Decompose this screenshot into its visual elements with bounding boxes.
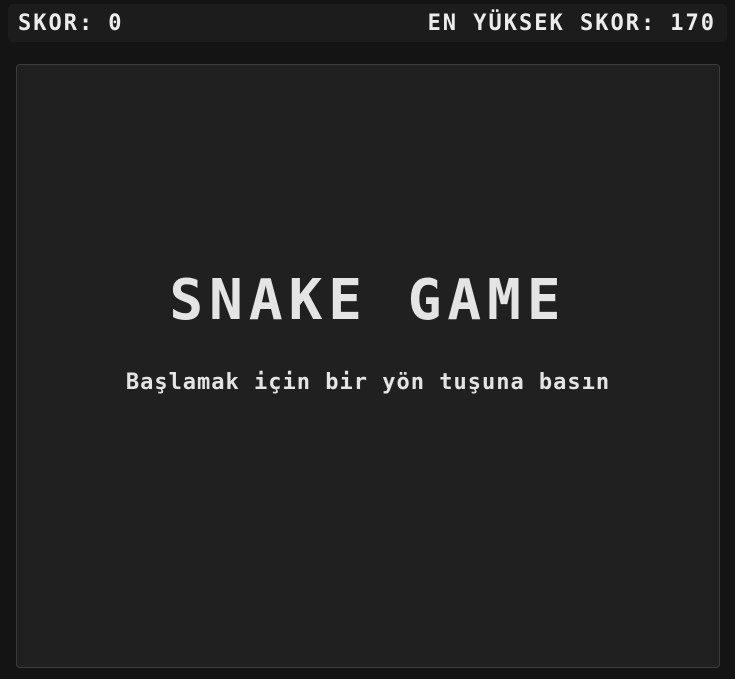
high-score-value: 170 (670, 10, 716, 36)
score-value: 0 (108, 10, 124, 36)
score-label: SKOR: (18, 10, 95, 36)
current-score: SKOR: 0 (18, 11, 123, 36)
game-board[interactable]: SNAKE GAME Başlamak için bir yön tuşuna … (16, 64, 720, 668)
high-score: EN YÜKSEK SKOR: 170 (428, 11, 716, 36)
start-prompt: Başlamak için bir yön tuşuna basın (125, 370, 611, 395)
game-title: SNAKE GAME (169, 268, 567, 333)
score-bar: SKOR: 0 EN YÜKSEK SKOR: 170 (8, 4, 727, 42)
high-score-label: EN YÜKSEK SKOR: (427, 10, 657, 36)
